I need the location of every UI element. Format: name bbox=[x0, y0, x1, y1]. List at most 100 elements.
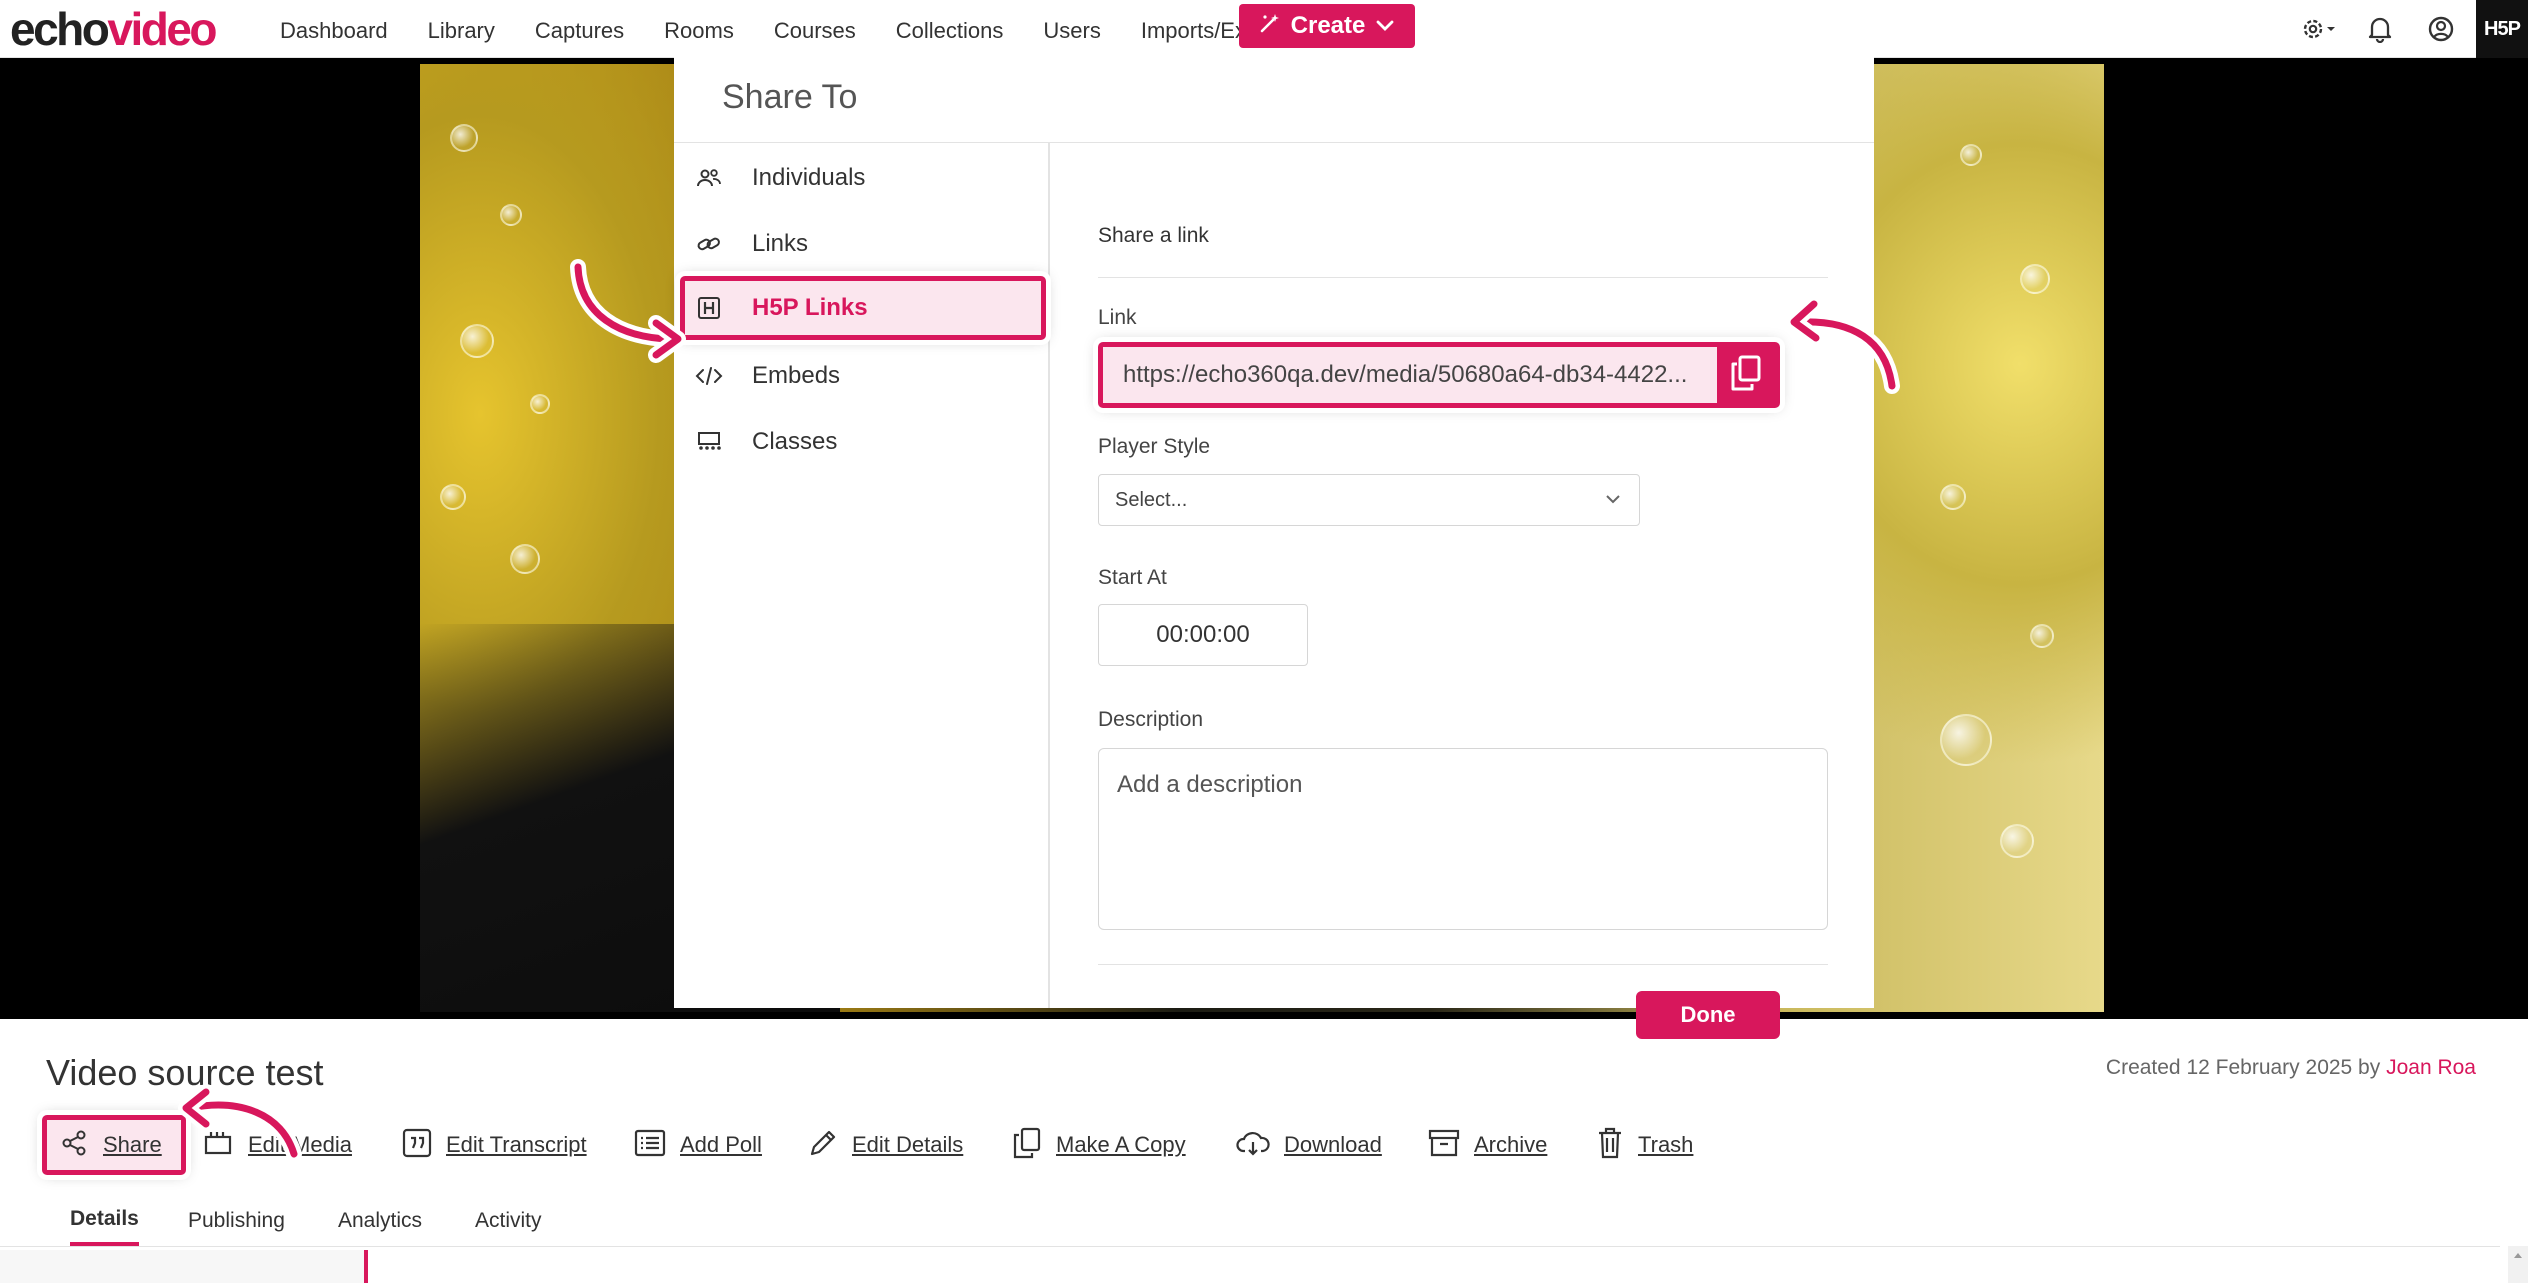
tabs-divider bbox=[0, 1246, 2500, 1247]
bubble-decoration bbox=[510, 544, 540, 574]
menu-item-individuals[interactable]: Individuals bbox=[674, 148, 1048, 208]
share-button[interactable]: Share bbox=[42, 1115, 186, 1175]
annotation-arrow-h5p bbox=[570, 259, 686, 363]
archive-icon bbox=[1428, 1128, 1460, 1163]
dialog-title: Share To bbox=[722, 78, 858, 116]
dialog-sidebar-divider bbox=[1048, 142, 1050, 1008]
main-nav: Dashboard Library Captures Rooms Courses… bbox=[280, 0, 1295, 62]
nav-item-dashboard[interactable]: Dashboard bbox=[280, 18, 388, 44]
created-info: Created 12 February 2025 by Joan Roa bbox=[2106, 1056, 2476, 1080]
menu-label-classes: Classes bbox=[752, 428, 838, 455]
menu-label-h5p-links: H5P Links bbox=[752, 294, 868, 321]
download-label: Download bbox=[1284, 1132, 1382, 1157]
player-style-label: Player Style bbox=[1098, 435, 1211, 458]
users-icon bbox=[694, 163, 724, 193]
bubble-decoration bbox=[2030, 624, 2054, 648]
bubble-decoration bbox=[500, 204, 522, 226]
edit-transcript-button[interactable]: Edit Transcript bbox=[402, 1120, 587, 1170]
tab-analytics[interactable]: Analytics bbox=[338, 1196, 422, 1246]
add-poll-button[interactable]: Add Poll bbox=[634, 1120, 762, 1170]
edit-transcript-label: Edit Transcript bbox=[446, 1132, 587, 1157]
echovideo-logo[interactable]: echo video bbox=[10, 2, 218, 56]
description-label: Description bbox=[1098, 708, 1204, 731]
archive-button[interactable]: Archive bbox=[1428, 1120, 1547, 1170]
chevron-down-icon bbox=[1603, 489, 1623, 515]
description-textarea[interactable]: Add a description bbox=[1098, 748, 1828, 930]
tab-activity[interactable]: Activity bbox=[475, 1196, 542, 1246]
menu-item-links[interactable]: Links bbox=[674, 214, 1048, 274]
pencil-icon bbox=[808, 1128, 838, 1163]
h5p-badge: H5P bbox=[2476, 0, 2528, 58]
trash-label: Trash bbox=[1638, 1132, 1694, 1157]
copy-link-button[interactable] bbox=[1717, 347, 1775, 403]
done-button[interactable]: Done bbox=[1636, 991, 1780, 1039]
add-poll-label: Add Poll bbox=[680, 1132, 762, 1157]
nav-item-users[interactable]: Users bbox=[1043, 18, 1100, 44]
create-label: Create bbox=[1290, 12, 1366, 39]
download-icon bbox=[1236, 1129, 1270, 1162]
user-circle-icon[interactable] bbox=[2424, 12, 2458, 46]
bubble-decoration bbox=[530, 394, 550, 414]
gear-icon[interactable] bbox=[2298, 12, 2342, 46]
annotation-arrow-share bbox=[178, 1084, 302, 1160]
bubble-decoration bbox=[1940, 484, 1966, 510]
bubble-decoration bbox=[1960, 144, 1982, 166]
nav-item-courses[interactable]: Courses bbox=[774, 18, 856, 44]
archive-label: Archive bbox=[1474, 1132, 1548, 1157]
trash-button[interactable]: Trash bbox=[1596, 1120, 1693, 1170]
created-author-link[interactable]: Joan Roa bbox=[2386, 1056, 2476, 1079]
share-icon bbox=[61, 1129, 89, 1162]
tab-publishing[interactable]: Publishing bbox=[188, 1196, 285, 1246]
menu-item-classes[interactable]: Classes bbox=[674, 412, 1048, 472]
panel-divider bbox=[1098, 277, 1828, 278]
start-at-label: Start At bbox=[1098, 566, 1167, 589]
chevron-down-icon bbox=[1375, 12, 1395, 40]
bubble-decoration bbox=[1940, 714, 1992, 766]
media-actions-toolbar: Share Edit Media Edit Transcript Add Pol… bbox=[0, 1115, 2528, 1175]
logo-video-text: video bbox=[107, 3, 217, 55]
link-value[interactable]: https://echo360qa.dev/media/50680a64-db3… bbox=[1103, 347, 1717, 403]
nav-item-captures[interactable]: Captures bbox=[535, 18, 624, 44]
link-field[interactable]: https://echo360qa.dev/media/50680a64-db3… bbox=[1098, 342, 1780, 408]
annotation-arrow-copy bbox=[1786, 296, 1900, 394]
edit-details-label: Edit Details bbox=[852, 1132, 964, 1157]
player-style-select[interactable]: Select... bbox=[1098, 474, 1640, 526]
edit-details-button[interactable]: Edit Details bbox=[808, 1120, 963, 1170]
top-navigation-bar: echo video Dashboard Library Captures Roo… bbox=[0, 0, 2528, 58]
nav-item-library[interactable]: Library bbox=[428, 18, 495, 44]
bell-icon[interactable] bbox=[2363, 12, 2397, 46]
trash-icon bbox=[1596, 1127, 1624, 1164]
make-a-copy-label: Make A Copy bbox=[1056, 1132, 1186, 1157]
classroom-icon bbox=[694, 427, 724, 457]
panel-footer-divider bbox=[1098, 964, 1828, 965]
bubble-decoration bbox=[2020, 264, 2050, 294]
tab-details[interactable]: Details bbox=[70, 1196, 139, 1246]
nav-item-collections[interactable]: Collections bbox=[896, 18, 1004, 44]
details-side-column bbox=[0, 1250, 368, 1283]
menu-item-h5p-links[interactable]: H5P Links bbox=[680, 276, 1046, 340]
page-scrollbar[interactable] bbox=[2508, 1246, 2528, 1283]
list-icon bbox=[634, 1129, 666, 1162]
download-button[interactable]: Download bbox=[1236, 1120, 1382, 1170]
link-label: Link bbox=[1098, 306, 1137, 329]
create-button[interactable]: Create bbox=[1239, 4, 1415, 48]
player-style-value: Select... bbox=[1115, 488, 1188, 511]
copy-icon bbox=[1729, 354, 1763, 397]
magic-wand-icon bbox=[1259, 12, 1281, 41]
start-at-input[interactable]: 00:00:00 bbox=[1098, 604, 1308, 666]
make-a-copy-button[interactable]: Make A Copy bbox=[1012, 1120, 1186, 1170]
share-to-dialog: Share To Individuals Links H5P Links Emb… bbox=[674, 56, 1874, 1039]
menu-label-embeds: Embeds bbox=[752, 362, 841, 389]
created-text: Created 12 February 2025 by bbox=[2105, 1056, 2381, 1079]
menu-item-embeds[interactable]: Embeds bbox=[674, 346, 1048, 406]
menu-label-individuals: Individuals bbox=[752, 164, 866, 191]
nav-item-rooms[interactable]: Rooms bbox=[664, 18, 734, 44]
menu-label-links: Links bbox=[752, 230, 809, 257]
bubble-decoration bbox=[2000, 824, 2034, 858]
panel-subtitle: Share a link bbox=[1098, 224, 1209, 247]
bubble-decoration bbox=[450, 124, 478, 152]
share-label: Share bbox=[103, 1132, 162, 1157]
code-icon bbox=[694, 361, 724, 391]
dialog-header-divider bbox=[674, 142, 1874, 143]
bubble-decoration bbox=[440, 484, 466, 510]
